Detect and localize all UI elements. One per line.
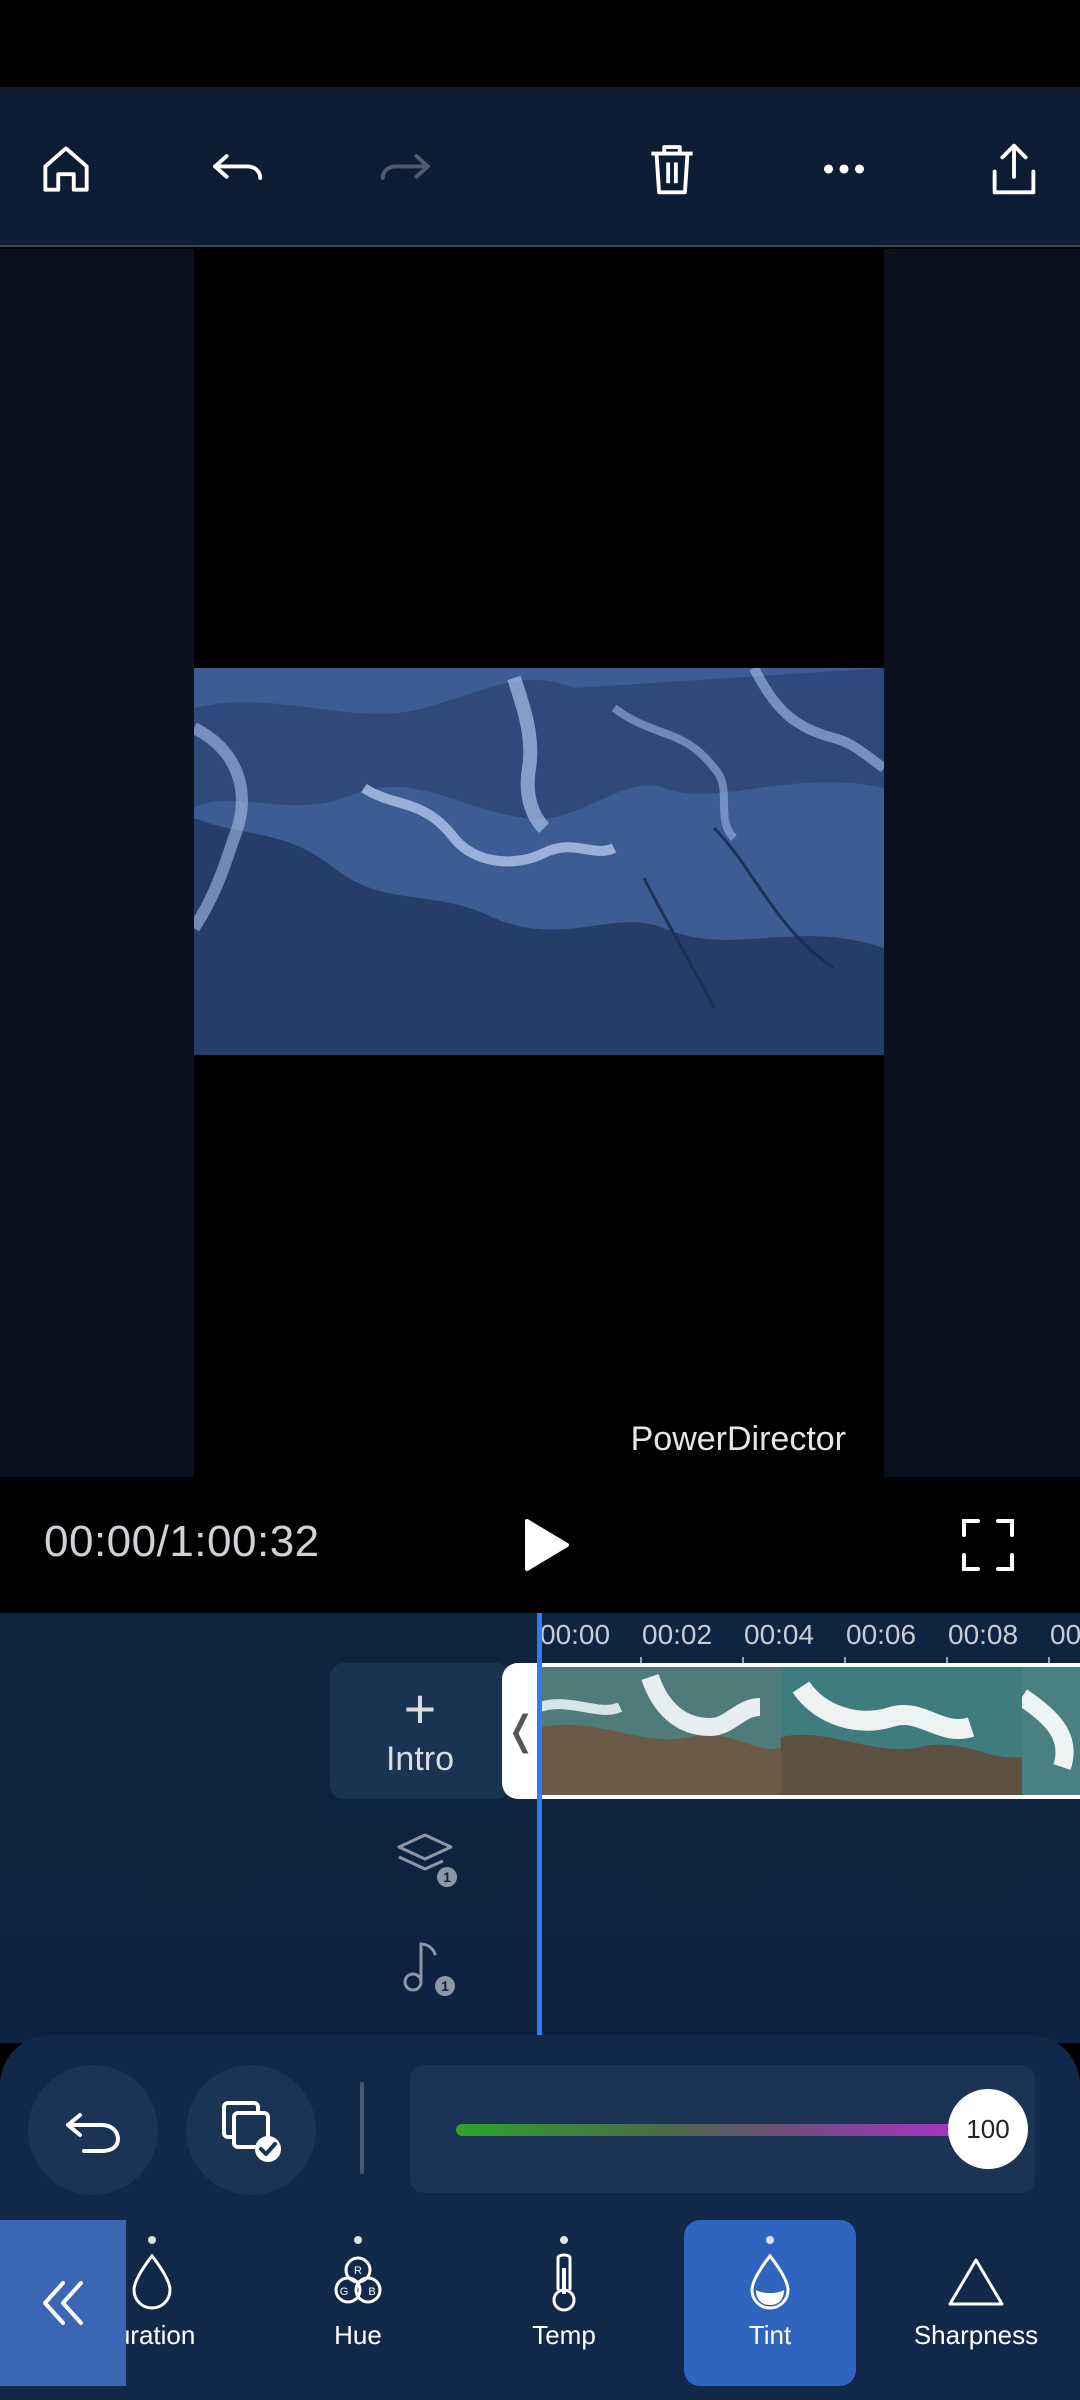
reset-button[interactable]	[28, 2065, 158, 2195]
time-readout: 00:00/1:00:32	[44, 1517, 320, 1566]
tint-slider-container: 100	[410, 2065, 1035, 2193]
tool-label: Temp	[532, 2320, 596, 2350]
fullscreen-icon	[962, 1519, 1014, 1571]
playback-controls: 00:00/1:00:32	[0, 1477, 1080, 1613]
tool-temp[interactable]: Temp	[478, 2220, 650, 2386]
redo-button[interactable]	[364, 127, 448, 211]
triangle-icon	[944, 2250, 1008, 2314]
more-button[interactable]	[802, 127, 886, 211]
clip-thumbnail	[540, 1667, 781, 1795]
video-clip[interactable]	[540, 1663, 1080, 1799]
video-canvas[interactable]: PowerDirector	[194, 249, 884, 1477]
play-icon	[525, 1519, 569, 1571]
fullscreen-button[interactable]	[946, 1503, 1030, 1587]
undo-button[interactable]	[195, 127, 279, 211]
redo-icon	[380, 154, 430, 180]
video-frame	[194, 668, 884, 1055]
trash-icon	[651, 145, 693, 195]
clip-thumbnail	[781, 1667, 1022, 1795]
tint-drop-icon	[738, 2250, 802, 2314]
chevron-left-icon: ❬	[504, 1709, 538, 1753]
share-icon	[992, 143, 1036, 195]
apply-to-all-button[interactable]	[186, 2065, 316, 2195]
layers-icon: 1	[397, 1833, 457, 1887]
share-button[interactable]	[972, 127, 1056, 211]
ruler-label: 00:08	[948, 1619, 1019, 1650]
ruler-label: 00:04	[744, 1619, 815, 1650]
tool-hue[interactable]: R G B Hue	[272, 2220, 444, 2386]
thermometer-icon	[532, 2250, 596, 2314]
apply-all-icon	[222, 2101, 281, 2162]
clip-thumbnail	[1016, 1667, 1080, 1795]
rgb-icon: R G B	[326, 2250, 390, 2314]
overlay-track-button[interactable]: 1	[384, 1818, 468, 1902]
svg-text:R: R	[354, 2265, 362, 2277]
watermark: PowerDirector	[630, 1420, 846, 1458]
tool-label: Sharpness	[913, 2320, 1039, 2350]
top-toolbar	[0, 87, 1080, 247]
tool-label: Tint	[748, 2320, 792, 2350]
double-chevron-left-icon	[43, 2281, 83, 2325]
audio-track-button[interactable]: 1	[384, 1925, 468, 2009]
home-icon	[43, 146, 89, 192]
intro-label: Intro	[385, 1739, 455, 1778]
music-note-icon: 1	[403, 1942, 455, 1996]
preview-area: PowerDirector	[0, 249, 1080, 1477]
tool-indicator-dot	[766, 2236, 774, 2244]
tool-tint[interactable]: Tint	[684, 2220, 856, 2386]
svg-text:1: 1	[443, 1869, 451, 1885]
add-intro-button[interactable]: + Intro	[330, 1663, 510, 1799]
home-button[interactable]	[24, 127, 108, 211]
playhead[interactable]	[537, 1613, 542, 2043]
status-bar	[0, 0, 1080, 87]
svg-text:B: B	[368, 2286, 375, 2298]
tool-indicator-dot	[560, 2236, 568, 2244]
ruler-label: 00:00	[540, 1619, 611, 1650]
clip-trim-handle[interactable]: ❬	[502, 1663, 540, 1799]
plus-icon: +	[403, 1676, 437, 1740]
tool-indicator-dot	[354, 2236, 362, 2244]
tool-label: Hue	[334, 2320, 382, 2350]
delete-button[interactable]	[630, 127, 714, 211]
collapse-button[interactable]	[0, 2220, 126, 2386]
timeline[interactable]: 00:00 00:02 00:04 00:06 00:08 00: + Intr…	[0, 1613, 1080, 2043]
svg-text:G: G	[340, 2286, 349, 2298]
svg-text:1: 1	[441, 1978, 449, 1994]
reset-icon	[66, 2113, 120, 2153]
tool-sharpness[interactable]: Sharpness	[890, 2220, 1062, 2386]
adjustment-tool-bar: turation R G B Hue Temp Tint Sharpness	[0, 2220, 1080, 2400]
play-button[interactable]	[506, 1505, 586, 1585]
drop-icon	[120, 2250, 184, 2314]
divider	[360, 2082, 364, 2174]
slider-value: 100	[966, 2113, 1010, 2144]
ruler-label: 00:	[1050, 1619, 1080, 1650]
tool-indicator-dot	[148, 2236, 156, 2244]
more-horizontal-icon	[823, 164, 865, 174]
tint-slider-track[interactable]	[456, 2124, 976, 2136]
ruler-label: 00:06	[846, 1619, 917, 1650]
ruler-label: 00:02	[642, 1619, 713, 1650]
undo-icon	[213, 154, 263, 180]
tint-slider-knob[interactable]: 100	[948, 2089, 1028, 2169]
